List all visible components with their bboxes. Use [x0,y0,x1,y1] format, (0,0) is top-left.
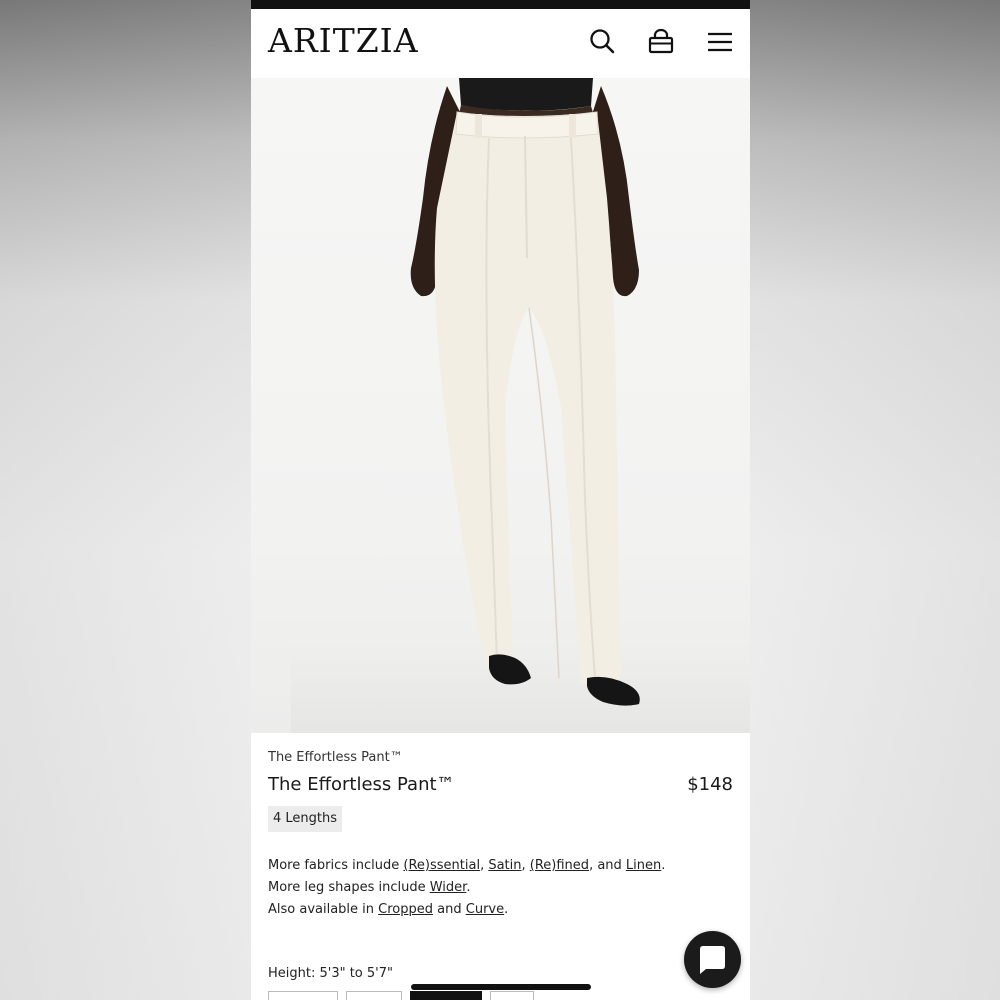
shape-link-wider[interactable]: Wider [430,880,467,895]
period: . [504,902,509,917]
site-header: ARITZIA [251,9,750,78]
mobile-page: ARITZIA The Effortless Pant™ The Effortl… [251,0,750,1000]
length-option[interactable] [346,991,402,1000]
and-word: and [433,902,466,917]
brand-logo[interactable]: ARITZIA [268,21,419,60]
height-label: Height: 5'3" to 5'7" [268,966,393,981]
period: . [466,880,471,895]
separator: , [521,858,530,873]
fabrics-prefix: More fabrics include [268,858,404,873]
length-option[interactable] [268,991,338,1000]
product-title: The Effortless Pant™ [268,774,455,795]
also-line: Also available in Cropped and Curve. [268,899,733,921]
product-description: More fabrics include (Re)ssential, Satin… [268,855,733,921]
length-option[interactable] [490,991,534,1000]
product-image[interactable] [251,78,750,733]
also-link-cropped[interactable]: Cropped [378,902,433,917]
separator-and: , and [589,858,626,873]
also-link-curve[interactable]: Curve [466,902,504,917]
model-illustration [410,78,640,706]
product-breadcrumb[interactable]: The Effortless Pant™ [268,750,733,765]
chat-icon [700,946,725,974]
menu-icon[interactable] [705,27,735,57]
shapes-line: More leg shapes include Wider. [268,877,733,899]
fabric-link-linen[interactable]: Linen [626,858,661,873]
fabrics-line: More fabrics include (Re)ssential, Satin… [268,855,733,877]
title-row: The Effortless Pant™ $148 [268,774,733,800]
period: . [661,858,666,873]
product-info: The Effortless Pant™ The Effortless Pant… [268,750,733,917]
product-price: $148 [687,774,733,795]
length-option-selected[interactable] [410,991,482,1000]
fabric-link-satin[interactable]: Satin [488,858,521,873]
search-icon[interactable] [587,27,617,57]
fabric-link-refined[interactable]: (Re)fined [530,858,589,873]
status-strip [251,0,750,9]
fabric-link-ressential[interactable]: (Re)ssential [403,858,480,873]
home-indicator [411,984,591,990]
left-backdrop [0,0,251,1000]
also-prefix: Also available in [268,902,379,917]
bag-icon[interactable] [646,27,676,57]
right-backdrop [750,0,1000,1000]
shapes-prefix: More leg shapes include [268,880,430,895]
lengths-badge[interactable]: 4 Lengths [268,806,343,832]
chat-button[interactable] [684,931,741,988]
